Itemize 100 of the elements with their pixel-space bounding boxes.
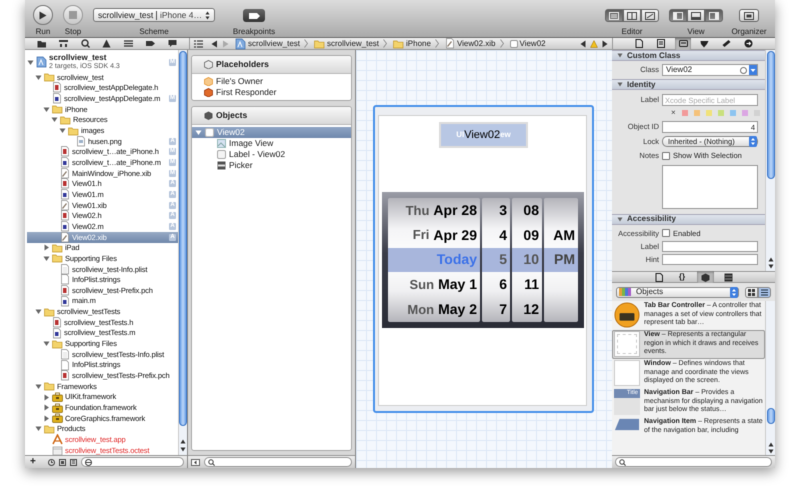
checkbox-box[interactable] xyxy=(662,229,670,238)
assistant-editor-button[interactable] xyxy=(623,9,641,22)
utilities-toggle[interactable] xyxy=(705,9,723,22)
document-filter-icon[interactable] xyxy=(70,458,77,466)
picker-day[interactable]: Thu xyxy=(406,200,430,220)
picker-minute[interactable]: 12 xyxy=(523,299,539,320)
scroll-down-arrow-icon[interactable] xyxy=(180,447,186,452)
disclosure-triangle-icon[interactable] xyxy=(43,254,50,262)
icon-view-button[interactable] xyxy=(745,286,758,298)
disclosure-triangle-icon[interactable] xyxy=(43,244,50,252)
color-swatch[interactable] xyxy=(682,110,688,116)
disclosure-triangle-icon[interactable] xyxy=(195,129,202,136)
picker-day[interactable]: Fri xyxy=(412,225,430,245)
search-field[interactable] xyxy=(204,457,352,467)
scrollbar-thumb[interactable] xyxy=(766,51,774,179)
disclosure-triangle-icon[interactable] xyxy=(43,404,50,412)
image-view-placeholder[interactable]: UIView02ew xyxy=(439,122,528,148)
add-button[interactable]: + xyxy=(28,457,38,467)
organizer-button[interactable] xyxy=(739,9,759,22)
collapse-panel-icon[interactable] xyxy=(191,458,200,466)
picker-date[interactable]: May 1 xyxy=(438,274,477,296)
scroll-up-arrow-icon[interactable] xyxy=(768,442,774,447)
text-field[interactable] xyxy=(662,254,758,266)
disclosure-triangle-icon[interactable] xyxy=(59,127,66,134)
back-arrow-icon[interactable] xyxy=(211,40,218,48)
disclosure-triangle-icon[interactable] xyxy=(35,308,42,316)
scrollbar-thumb[interactable] xyxy=(766,408,774,424)
disclosure-triangle-icon[interactable] xyxy=(43,414,50,422)
disclosure-triangle-icon[interactable] xyxy=(43,106,50,113)
notes-text-area[interactable] xyxy=(662,164,758,208)
version-editor-button[interactable] xyxy=(641,9,659,22)
scrollbar-thumb[interactable] xyxy=(179,51,187,426)
breakpoints-button[interactable] xyxy=(243,9,265,22)
square-filter-icon[interactable] xyxy=(58,458,66,466)
picker-day[interactable]: Sun xyxy=(410,275,434,295)
date-picker[interactable]: Thu Apr 28 Fri Apr 29 Today Sun May 1 Mon May 2 3 4 5 6 7 08 09 10 11 12 AM PM xyxy=(382,192,584,328)
disclosure-triangle-icon[interactable] xyxy=(51,116,58,124)
navigator-toggle[interactable] xyxy=(669,9,687,22)
disclosure-triangle-icon[interactable] xyxy=(43,340,50,348)
search-field[interactable] xyxy=(615,457,772,467)
picker-period[interactable]: AM xyxy=(553,224,575,246)
picker-minute[interactable]: 09 xyxy=(523,224,539,246)
list-icon[interactable] xyxy=(124,39,134,48)
clear-color-button[interactable]: × xyxy=(671,109,676,117)
outline-item[interactable]: Image View xyxy=(229,137,274,150)
inspector-tab[interactable] xyxy=(675,38,692,50)
clock-icon[interactable] xyxy=(48,458,55,466)
view-frame[interactable]: UIView02ew Thu Apr 28 Fri Apr 29 Today Sun May 1 Mon May 2 3 4 5 6 7 08 09 10 11 12 AM PM xyxy=(373,105,594,413)
outline-item[interactable]: Label - View02 xyxy=(229,148,286,161)
project-name[interactable]: scrollview_test xyxy=(49,53,120,62)
color-swatch[interactable] xyxy=(742,110,748,116)
breadcrumb[interactable]: View02.xib xyxy=(444,38,496,50)
picker-date[interactable]: Apr 29 xyxy=(433,224,477,246)
label-text[interactable]: View02 xyxy=(464,126,500,144)
color-swatch[interactable] xyxy=(706,110,712,116)
disclosure-triangle-icon[interactable] xyxy=(43,394,50,401)
standard-editor-button[interactable] xyxy=(605,9,623,22)
picker-hour[interactable]: 3 xyxy=(499,200,507,221)
disclosure-triangle-icon[interactable] xyxy=(35,74,42,81)
scroll-up-arrow-icon[interactable] xyxy=(768,257,774,262)
disclosure-triangle-icon[interactable] xyxy=(27,58,34,66)
outline-item[interactable]: Picker xyxy=(229,159,253,172)
library-tab[interactable]: {} xyxy=(674,271,690,283)
breadcrumb[interactable]: scrollview_test xyxy=(235,38,300,50)
breadcrumb[interactable]: View02 xyxy=(510,38,546,50)
disclosure-triangle-icon[interactable] xyxy=(617,82,623,87)
disclosure-triangle-icon[interactable] xyxy=(617,53,623,58)
picker-minute[interactable]: 11 xyxy=(524,274,539,296)
color-swatch[interactable] xyxy=(694,110,700,116)
forward-arrow-icon[interactable] xyxy=(602,40,608,48)
text-field[interactable] xyxy=(662,240,758,252)
picker-date[interactable]: Apr 28 xyxy=(433,200,477,221)
picker-hour[interactable]: 4 xyxy=(499,224,507,246)
breadcrumb[interactable]: scrollview_test xyxy=(314,38,380,50)
outline-item[interactable]: File's Owner xyxy=(216,75,263,88)
back-arrow-icon[interactable] xyxy=(580,40,586,48)
scroll-up-arrow-icon[interactable] xyxy=(180,439,186,444)
scroll-down-arrow-icon[interactable] xyxy=(768,264,774,269)
picker-hour[interactable]: 7 xyxy=(499,299,507,320)
scroll-down-arrow-icon[interactable] xyxy=(768,449,774,454)
library-popup[interactable]: Objects xyxy=(616,286,739,298)
hierarchy-icon[interactable] xyxy=(59,39,68,48)
library-tab[interactable] xyxy=(696,271,714,283)
disclosure-triangle-icon[interactable] xyxy=(35,425,42,432)
list-view-button[interactable] xyxy=(758,286,771,298)
disclosure-triangle-icon[interactable] xyxy=(617,216,623,222)
picker-minute[interactable]: 08 xyxy=(523,200,539,221)
checkbox-box[interactable] xyxy=(662,152,670,160)
disclosure-triangle-icon[interactable] xyxy=(35,382,42,390)
filter-field[interactable] xyxy=(80,457,184,467)
picker-hour[interactable]: 6 xyxy=(499,274,507,296)
speech-bubble-icon[interactable] xyxy=(168,39,177,48)
breadcrumb[interactable]: iPhone xyxy=(393,38,431,50)
color-swatch[interactable] xyxy=(730,110,736,116)
picker-date[interactable]: May 2 xyxy=(438,299,477,320)
search-icon[interactable] xyxy=(80,39,90,48)
run-button[interactable] xyxy=(33,5,53,25)
grid-icon[interactable] xyxy=(194,40,203,48)
class-combo-box[interactable]: View02 xyxy=(662,64,758,76)
scheme-popup[interactable]: scrollview_test iPhone 4… xyxy=(93,8,215,22)
